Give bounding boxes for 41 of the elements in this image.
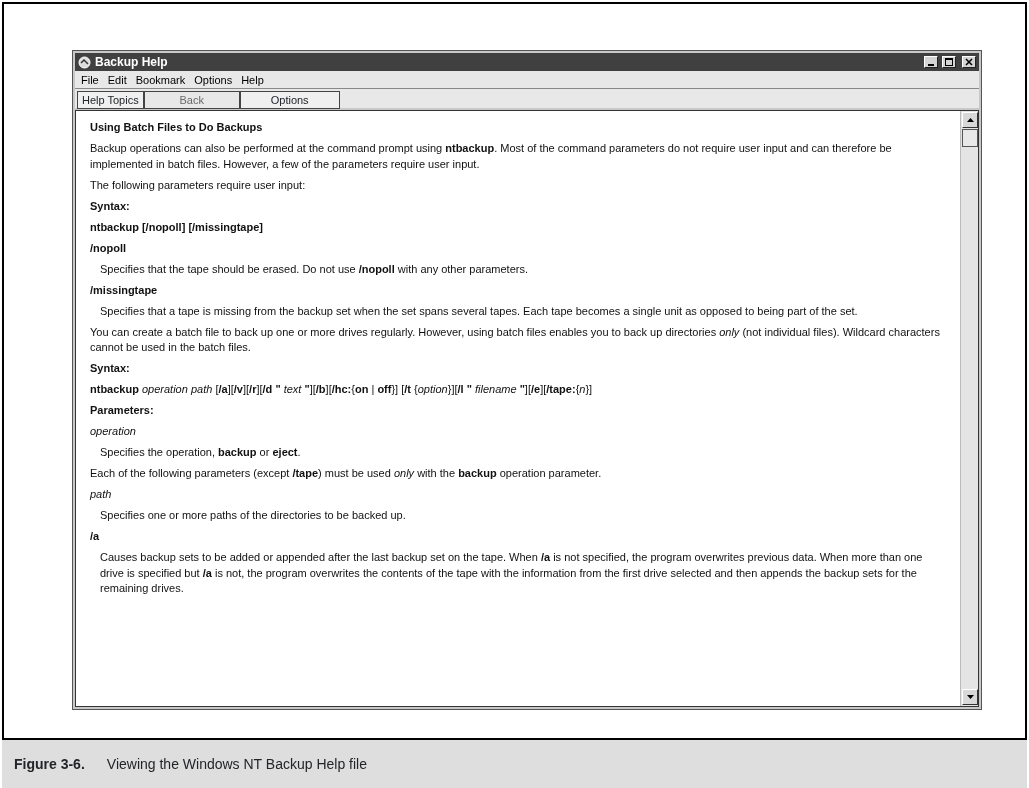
scroll-down-button[interactable] bbox=[962, 689, 978, 705]
window-title: Backup Help bbox=[95, 54, 168, 71]
menu-item[interactable]: File bbox=[81, 72, 99, 87]
scroll-thumb[interactable] bbox=[962, 129, 978, 147]
paragraph: Each of the following parameters (except /tape) must be used only with the backup operation parameter. bbox=[90, 466, 603, 481]
scroll-up-button[interactable] bbox=[962, 112, 978, 128]
figure-number: Figure 3-6. bbox=[14, 754, 85, 774]
topic-heading: Using Batch Files to Do Backups bbox=[90, 120, 264, 135]
toolbar-button[interactable]: Help Topics bbox=[77, 91, 144, 109]
term-heading: Syntax: bbox=[90, 361, 131, 376]
description-text: Causes backup sets to be added or appended after the last backup set on the tape. When /a is not specified, the program overwrites previous data. When more than one drive is specified but /a is not, the program overwrites the contents of the tape with the information from the first drive selected and then appends the backup sets for the remaining drives. bbox=[99, 550, 924, 596]
description-text: Specifies that a tape is missing from the backup set when the set spans several tapes. Each tape becomes a single unit as opposed to being part of the set. bbox=[99, 303, 859, 319]
up-arrow-icon bbox=[966, 118, 974, 122]
minimize-button[interactable] bbox=[924, 56, 938, 68]
menu-item[interactable]: Help bbox=[241, 72, 264, 87]
scrollbar[interactable] bbox=[960, 111, 978, 706]
menu-item[interactable]: Options bbox=[194, 72, 233, 87]
parameter-name: path bbox=[90, 487, 113, 502]
term-heading: /missingtape bbox=[90, 282, 159, 298]
description-text: Specifies the operation, backup or eject. bbox=[99, 445, 302, 460]
description-text: Specifies one or more paths of the directories to be backed up. bbox=[99, 508, 407, 523]
paragraph: ntbackup operation path [/a][/v][/r][/d " text "][/b][/hc:{on | off}] [/t {option}][/l " filename "][/e][/tape:{n}] bbox=[90, 382, 594, 397]
maximize-button[interactable] bbox=[942, 56, 956, 68]
term-heading: Syntax: bbox=[90, 198, 131, 214]
parameter-name: operation bbox=[90, 424, 137, 439]
paragraph: You can create a batch file to back up one or more drives regularly. However, using batch files enables you to back up directories only (not individual files). Wildcard characters cannot be used in the batch files. bbox=[90, 324, 941, 355]
term-heading: /nopoll bbox=[90, 240, 128, 256]
down-arrow-icon bbox=[966, 695, 974, 699]
close-icon bbox=[965, 58, 973, 66]
menu-item[interactable]: Edit bbox=[107, 72, 127, 87]
maximize-icon bbox=[945, 58, 953, 66]
menu-item[interactable]: Bookmark bbox=[135, 72, 186, 87]
term-heading: /a bbox=[90, 529, 101, 544]
paragraph: Backup operations can also be performed at the command prompt using ntbackup. Most of the command parameters do not require user input and can therefore be implemented in batch files. However, a few of the parameters require user input. bbox=[90, 141, 893, 172]
description-text: Specifies that the tape should be erased. Do not use /nopoll with any other parameters. bbox=[99, 261, 529, 277]
term-heading: Parameters: bbox=[90, 403, 155, 418]
paragraph: The following parameters require user input: bbox=[90, 177, 307, 193]
toolbar-button[interactable]: Options bbox=[239, 91, 340, 109]
term-heading: ntbackup [/nopoll] [/missingtape] bbox=[90, 219, 264, 235]
figure-caption: Viewing the Windows NT Backup Help file bbox=[106, 754, 367, 774]
close-button[interactable] bbox=[962, 56, 976, 68]
